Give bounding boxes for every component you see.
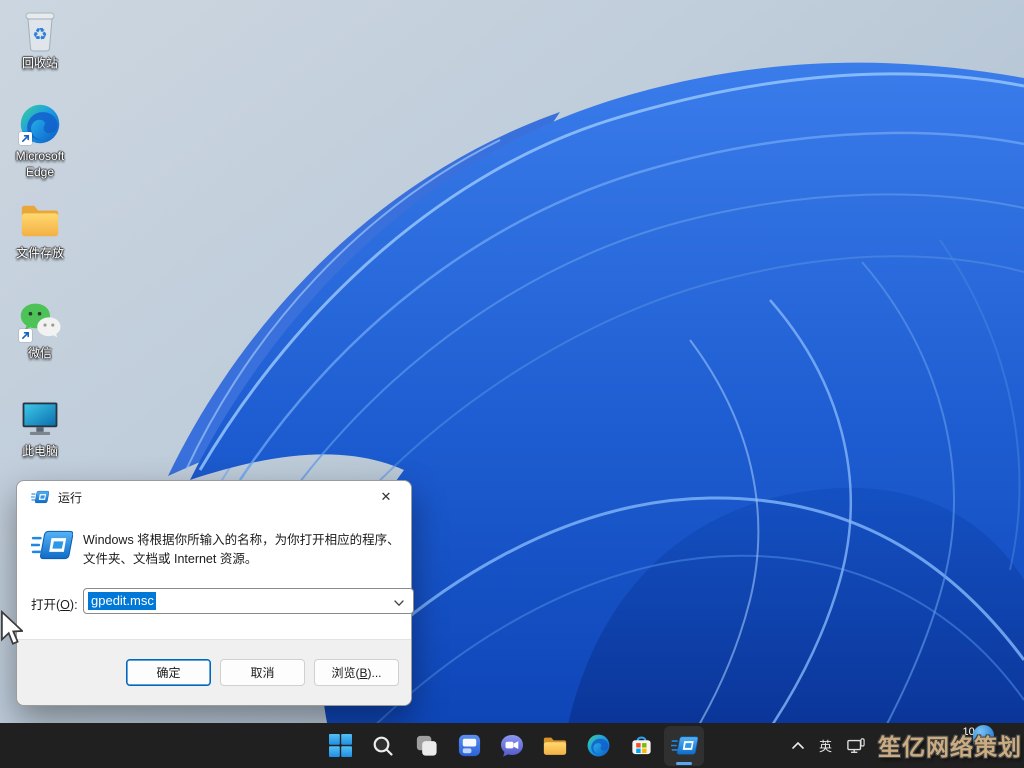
task-view-icon: [416, 735, 437, 756]
cancel-button[interactable]: 取消: [220, 659, 305, 686]
ok-button[interactable]: 确定: [126, 659, 211, 686]
close-icon[interactable]: ✕: [371, 485, 401, 509]
tray-device-icon[interactable]: [846, 737, 866, 755]
dialog-title: 运行: [58, 490, 83, 505]
ime-indicator[interactable]: 英: [819, 736, 832, 755]
run-icon: [31, 490, 49, 504]
run-dialog: 运行 ✕ Windows 将根据你所输入的名称，为你打开相应的程序、文件夹、文档…: [16, 480, 414, 706]
run-icon-large: [30, 529, 75, 566]
desktop-icon-wechat[interactable]: 微信: [1, 298, 79, 362]
store-icon: [631, 736, 651, 755]
open-label-pre: 打开(: [31, 598, 61, 612]
task-view-button[interactable]: [406, 726, 446, 766]
file-explorer-icon: [543, 737, 567, 755]
monitor-icon: [18, 396, 63, 441]
desktop-icon-label: 此电脑: [21, 444, 58, 458]
run-app-button[interactable]: [664, 725, 704, 766]
open-input-selected-text: gpedit.msc: [88, 592, 156, 610]
edge-button[interactable]: [578, 726, 618, 766]
taskbar: 英 10:44: [0, 723, 1024, 768]
open-input[interactable]: gpedit.msc: [83, 588, 414, 614]
taskbar-center: [320, 723, 704, 768]
edge-icon: [18, 101, 63, 146]
edge-icon: [587, 734, 609, 757]
search-icon: [373, 736, 393, 756]
svg-text:♻: ♻: [32, 25, 47, 44]
start-button[interactable]: [320, 726, 360, 766]
open-label-post: ):: [69, 598, 78, 612]
search-button[interactable]: [363, 726, 403, 766]
desktop-icon-label: Microsoft Edge: [15, 149, 65, 179]
desktop-icon-file-folder[interactable]: 文件存放: [1, 198, 79, 262]
run-dialog-titlebar[interactable]: 运行 ✕: [17, 481, 411, 513]
tray-chevron-up-icon[interactable]: [791, 740, 805, 751]
shortcut-arrow-icon: [18, 132, 32, 145]
widgets-icon: [458, 734, 480, 757]
run-icon: [670, 735, 698, 756]
desktop-icon-this-pc[interactable]: 此电脑: [1, 396, 79, 460]
browse-label-post: )...: [367, 665, 382, 680]
chevron-down-icon[interactable]: [393, 596, 405, 614]
desktop-icon-microsoft-edge[interactable]: Microsoft Edge: [1, 101, 79, 180]
open-label: 打开(O):: [31, 594, 78, 613]
windows-logo-icon: [328, 734, 352, 757]
wechat-icon: [18, 298, 63, 343]
dialog-button-row: 确定 取消 浏览(B)...: [17, 639, 411, 705]
desktop-icon-label: 文件存放: [15, 246, 64, 260]
desktop: ♻ 回收站 Microsoft Edge 文件存放 微信 此电脑 运行 ✕ Wi…: [0, 0, 1024, 768]
run-dialog-description: Windows 将根据你所输入的名称，为你打开相应的程序、文件夹、文档或 Int…: [83, 533, 400, 567]
recycle-bin-icon: ♻: [18, 8, 63, 53]
active-app-indicator: [676, 761, 692, 765]
open-label-key: O: [60, 598, 70, 612]
chat-icon: [501, 734, 523, 757]
file-explorer-button[interactable]: [535, 726, 575, 766]
watermark-logo-drop: [973, 725, 994, 746]
desktop-icon-recycle-bin[interactable]: ♻ 回收站: [1, 8, 79, 72]
desktop-icon-label: 回收站: [21, 56, 58, 70]
widgets-button[interactable]: [449, 726, 489, 766]
browse-label-pre: 浏览(: [331, 666, 360, 680]
shortcut-arrow-icon: [18, 329, 32, 342]
browse-label-key: B: [359, 665, 368, 680]
desktop-icon-label: 微信: [27, 346, 52, 360]
store-button[interactable]: [621, 726, 661, 766]
browse-button[interactable]: 浏览(B)...: [314, 659, 399, 686]
chat-button[interactable]: [492, 726, 532, 766]
folder-icon: [18, 198, 63, 243]
